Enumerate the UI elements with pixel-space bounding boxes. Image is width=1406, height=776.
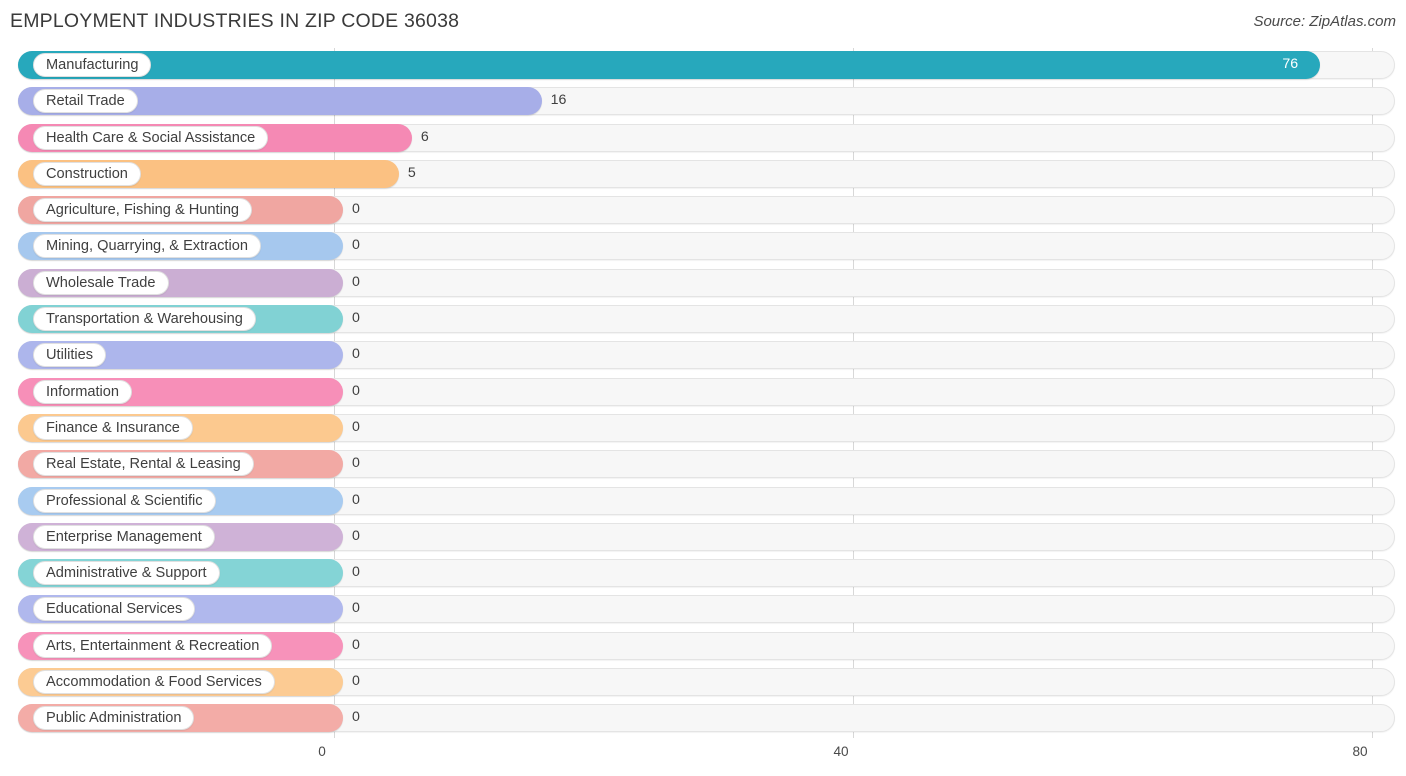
bar-row: Agriculture, Fishing & Hunting 0 <box>0 193 1406 229</box>
bar-row: Transportation & Warehousing 0 <box>0 302 1406 338</box>
source-attribution: Source: ZipAtlas.com <box>1253 13 1396 30</box>
bar-row: Accommodation & Food Services 0 <box>0 665 1406 701</box>
bar-category-label: Agriculture, Fishing & Hunting <box>33 198 253 223</box>
chart-page: EMPLOYMENT INDUSTRIES IN ZIP CODE 36038 … <box>0 0 1406 776</box>
bar-row: Public Administration 0 <box>0 701 1406 737</box>
bar-value-label: 5 <box>407 164 416 181</box>
bar-row: Manufacturing 76 <box>0 48 1406 84</box>
bar-category-label: Enterprise Management <box>33 524 215 549</box>
bar-row: Arts, Entertainment & Recreation 0 <box>0 629 1406 665</box>
x-tick-label: 0 <box>318 744 326 759</box>
bar-value-label: 0 <box>352 237 360 254</box>
bar-row: Educational Services 0 <box>0 592 1406 628</box>
bar-row: Construction 5 <box>0 157 1406 193</box>
bar-value-label: 0 <box>352 564 360 581</box>
bar-row: Administrative & Support 0 <box>0 556 1406 592</box>
page-title: EMPLOYMENT INDUSTRIES IN ZIP CODE 36038 <box>10 10 460 32</box>
bar-rows: Manufacturing 76 Retail Trade 16 Health Care… <box>0 48 1406 738</box>
x-axis: 0 40 80 <box>0 738 1406 776</box>
bar-row: Health Care & Social Assistance 6 <box>0 121 1406 157</box>
bar-row: Utilities 0 <box>0 338 1406 374</box>
bar-value-label: 0 <box>352 527 360 544</box>
bar-value-label: 0 <box>352 273 360 290</box>
bar[interactable] <box>18 51 1321 79</box>
bar-value-label: 0 <box>352 491 360 508</box>
bar-value-label: 0 <box>352 636 360 653</box>
bar-value-label: 0 <box>352 673 360 690</box>
x-tick-label: 40 <box>833 744 849 759</box>
bar-category-label: Transportation & Warehousing <box>33 307 256 332</box>
bar-row: Mining, Quarrying, & Extraction 0 <box>0 229 1406 265</box>
bar-category-label: Health Care & Social Assistance <box>33 125 269 150</box>
x-tick-label: 80 <box>1352 744 1368 759</box>
bar-value-label: 6 <box>420 128 429 145</box>
bar-row: Finance & Insurance 0 <box>0 411 1406 447</box>
bar-value-label: 0 <box>352 346 360 363</box>
bar-value-label: 16 <box>550 92 567 109</box>
bar-category-label: Wholesale Trade <box>33 270 169 295</box>
bar-row: Real Estate, Rental & Leasing 0 <box>0 447 1406 483</box>
bar-category-label: Mining, Quarrying, & Extraction <box>33 234 261 259</box>
bar-category-label: Professional & Scientific <box>33 488 216 513</box>
bar-category-label: Administrative & Support <box>33 561 220 586</box>
bar-category-label: Information <box>33 379 133 404</box>
bar-row: Wholesale Trade 0 <box>0 266 1406 302</box>
bar-category-label: Public Administration <box>33 706 195 731</box>
bar-value-label: 0 <box>352 382 360 399</box>
bar-category-label: Finance & Insurance <box>33 415 193 440</box>
bar-row: Enterprise Management 0 <box>0 520 1406 556</box>
bar-value-label: 0 <box>352 455 360 472</box>
bar-value-label: 76 <box>1282 56 1299 72</box>
bar-value-label: 0 <box>352 600 360 617</box>
bar-value-label: 0 <box>352 709 360 726</box>
bar-category-label: Arts, Entertainment & Recreation <box>33 633 273 658</box>
bar-row: Information 0 <box>0 375 1406 411</box>
bar-category-label: Utilities <box>33 343 107 368</box>
bar-row: Professional & Scientific 0 <box>0 484 1406 520</box>
plot-area: Manufacturing 76 Retail Trade 16 Health Care… <box>0 48 1406 738</box>
bar-category-label: Accommodation & Food Services <box>33 670 275 695</box>
bar-value-label: 0 <box>352 310 360 327</box>
bar-value-label: 0 <box>352 418 360 435</box>
bar-category-label: Retail Trade <box>33 89 138 114</box>
bar-row: Retail Trade 16 <box>0 84 1406 120</box>
bar-category-label: Construction <box>33 161 141 186</box>
bar-category-label: Real Estate, Rental & Leasing <box>33 452 254 477</box>
chart-header: EMPLOYMENT INDUSTRIES IN ZIP CODE 36038 … <box>0 0 1406 46</box>
bar-category-label: Educational Services <box>33 597 196 622</box>
bar-value-label: 0 <box>352 201 360 218</box>
bar-category-label: Manufacturing <box>33 53 152 77</box>
